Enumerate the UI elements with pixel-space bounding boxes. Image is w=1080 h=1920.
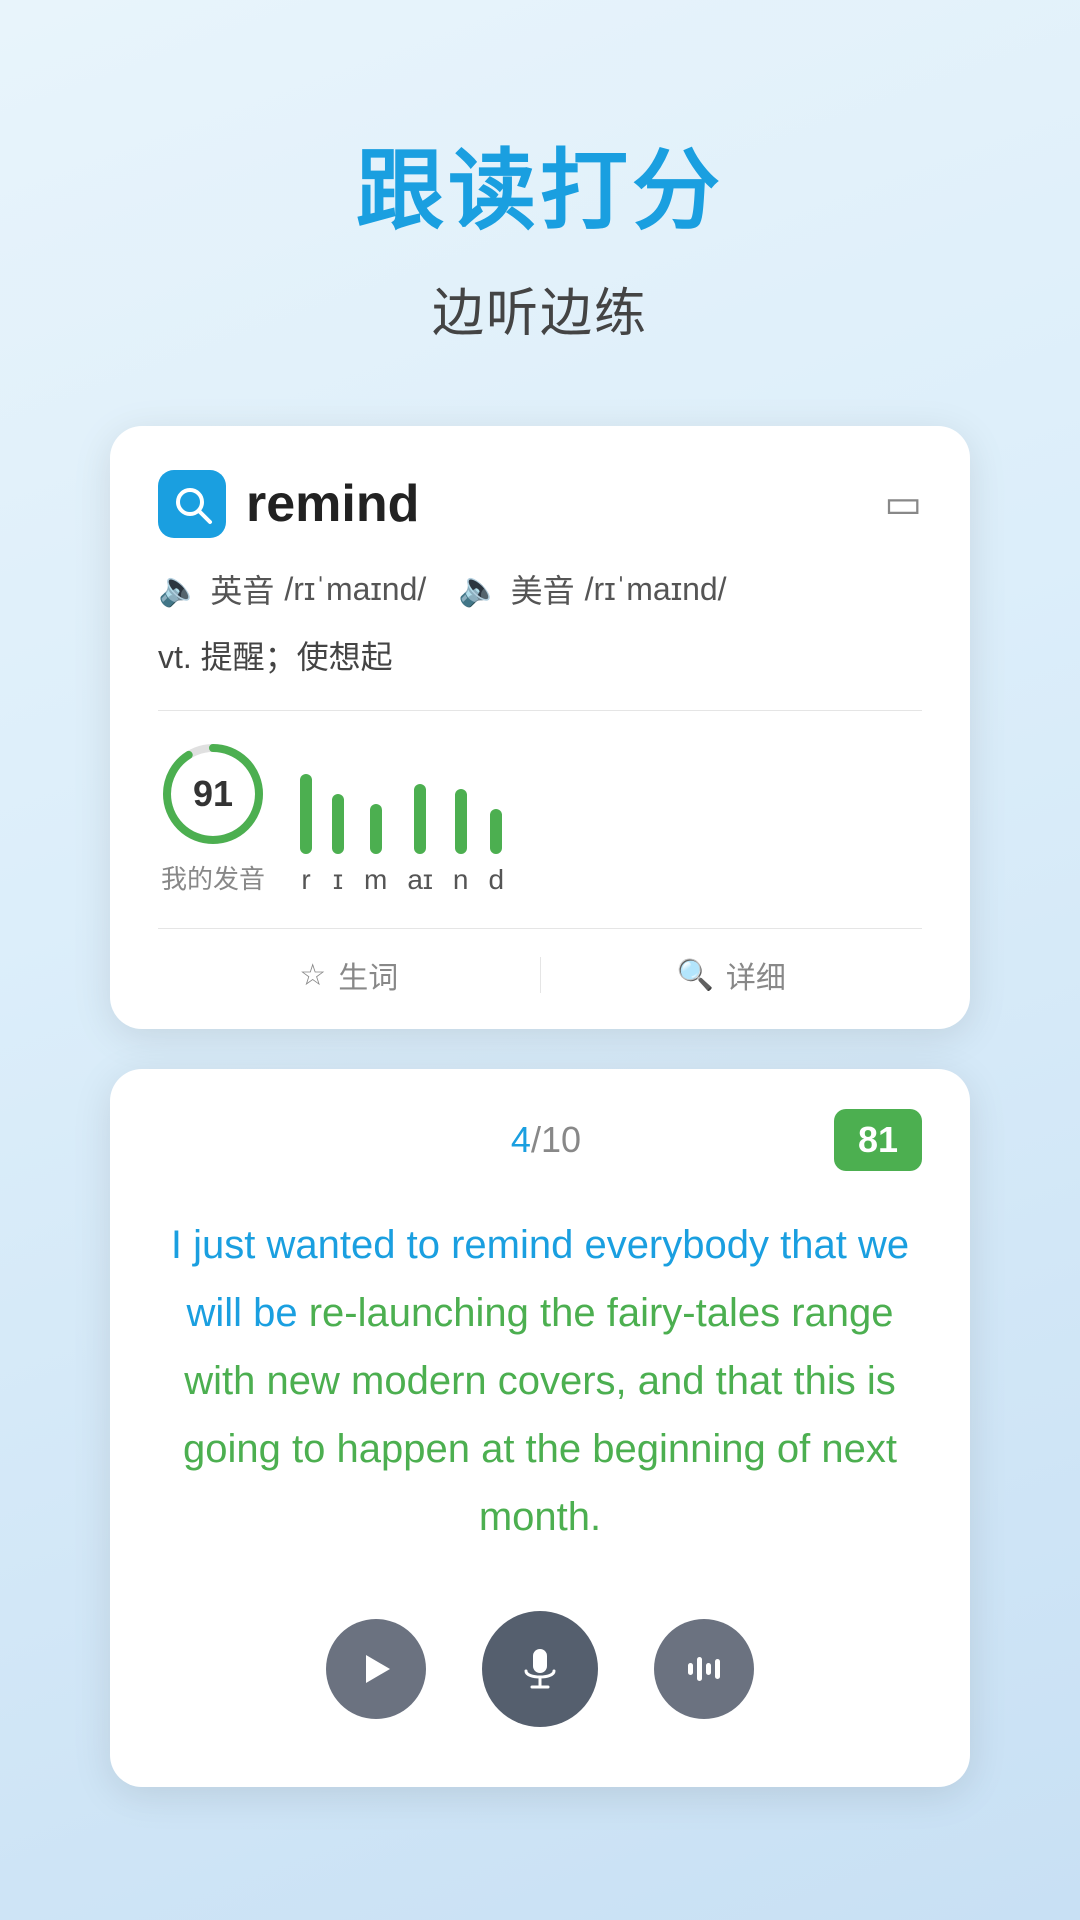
pronunciation-section: 91 我的发音 rɪmaɪnd bbox=[158, 739, 922, 896]
play-button[interactable] bbox=[326, 1619, 426, 1719]
detail-action[interactable]: 🔍 详细 bbox=[541, 953, 923, 997]
reading-progress: 4/10 bbox=[511, 1119, 581, 1161]
dict-logo-word: remind bbox=[158, 470, 419, 538]
reading-controls bbox=[158, 1611, 922, 1727]
page-title: 跟读打分 bbox=[356, 120, 724, 247]
phoneme-bar bbox=[455, 789, 467, 854]
vocab-label: 生词 bbox=[338, 953, 398, 997]
sentence-green-1: re-launching the fairy-tales bbox=[309, 1291, 791, 1335]
phoneme-bar bbox=[490, 809, 502, 854]
progress-separator: / bbox=[531, 1119, 541, 1160]
wave-button[interactable] bbox=[654, 1619, 754, 1719]
logo-icon bbox=[168, 480, 216, 528]
reading-header: 4/10 81 bbox=[158, 1109, 922, 1171]
phoneme-bar bbox=[414, 784, 426, 854]
score-my-label: 我的发音 bbox=[161, 859, 265, 896]
phonetic-uk-group: 🔈 英音 /rɪˈmaɪnd/ bbox=[158, 566, 426, 612]
page-subtitle: 边听边练 bbox=[432, 271, 648, 346]
phonetic-us-group: 🔈 美音 /rɪˈmaɪnd/ bbox=[458, 566, 726, 612]
phoneme-label: r bbox=[301, 864, 310, 896]
phoneme-bar bbox=[300, 774, 312, 854]
mic-button[interactable] bbox=[482, 1611, 598, 1727]
phoneme-item: m bbox=[364, 804, 387, 896]
dictionary-card: remind ▭ 🔈 英音 /rɪˈmaɪnd/ 🔈 美音 /rɪˈmaɪnd/… bbox=[110, 426, 970, 1029]
phonetic-us-label: 美音 bbox=[511, 566, 575, 612]
app-logo bbox=[158, 470, 226, 538]
dict-header: remind ▭ bbox=[158, 470, 922, 538]
dict-word: remind bbox=[246, 474, 419, 534]
phoneme-label: m bbox=[364, 864, 387, 896]
score-circle: 91 bbox=[158, 739, 268, 849]
wave-icon bbox=[684, 1649, 724, 1689]
speaker-us-icon[interactable]: 🔈 bbox=[458, 569, 500, 609]
reading-text: I just wanted to remind everybody that w… bbox=[158, 1211, 922, 1551]
reading-score-badge: 81 bbox=[834, 1109, 922, 1171]
play-icon bbox=[356, 1649, 396, 1689]
dict-phonetics: 🔈 英音 /rɪˈmaɪnd/ 🔈 美音 /rɪˈmaɪnd/ bbox=[158, 566, 922, 612]
score-circle-wrapper: 91 我的发音 bbox=[158, 739, 268, 896]
phoneme-item: r bbox=[300, 774, 312, 896]
phoneme-item: aɪ bbox=[407, 784, 433, 896]
phoneme-label: n bbox=[453, 864, 469, 896]
phoneme-bar bbox=[332, 794, 344, 854]
reading-card: 4/10 81 I just wanted to remind everybod… bbox=[110, 1069, 970, 1787]
score-number: 91 bbox=[193, 773, 233, 815]
phoneme-label: ɪ bbox=[333, 864, 343, 896]
star-icon: ☆ bbox=[299, 958, 326, 993]
dict-actions: ☆ 生词 🔍 详细 bbox=[158, 928, 922, 997]
phoneme-item: d bbox=[488, 809, 504, 896]
vocab-action[interactable]: ☆ 生词 bbox=[158, 953, 540, 997]
phonetic-uk-value: /rɪˈmaɪnd/ bbox=[284, 571, 426, 608]
phoneme-label: aɪ bbox=[407, 864, 433, 896]
mic-icon bbox=[516, 1645, 564, 1693]
phonetic-us-value: /rɪˈmaɪnd/ bbox=[585, 571, 727, 608]
phoneme-item: n bbox=[453, 789, 469, 896]
speaker-uk-icon[interactable]: 🔈 bbox=[158, 569, 200, 609]
phoneme-bars: rɪmaɪnd bbox=[300, 774, 922, 896]
notebook-icon[interactable]: ▭ bbox=[884, 481, 922, 527]
phoneme-item: ɪ bbox=[332, 794, 344, 896]
progress-total: 10 bbox=[541, 1119, 581, 1160]
phoneme-label: d bbox=[488, 864, 504, 896]
search-icon: 🔍 bbox=[677, 958, 714, 993]
dict-definition: vt. 提醒；使想起 bbox=[158, 632, 922, 678]
phonetic-uk-label: 英音 bbox=[210, 566, 274, 612]
divider-1 bbox=[158, 710, 922, 711]
detail-label: 详细 bbox=[726, 953, 786, 997]
phoneme-bar bbox=[370, 804, 382, 854]
progress-current: 4 bbox=[511, 1119, 531, 1160]
